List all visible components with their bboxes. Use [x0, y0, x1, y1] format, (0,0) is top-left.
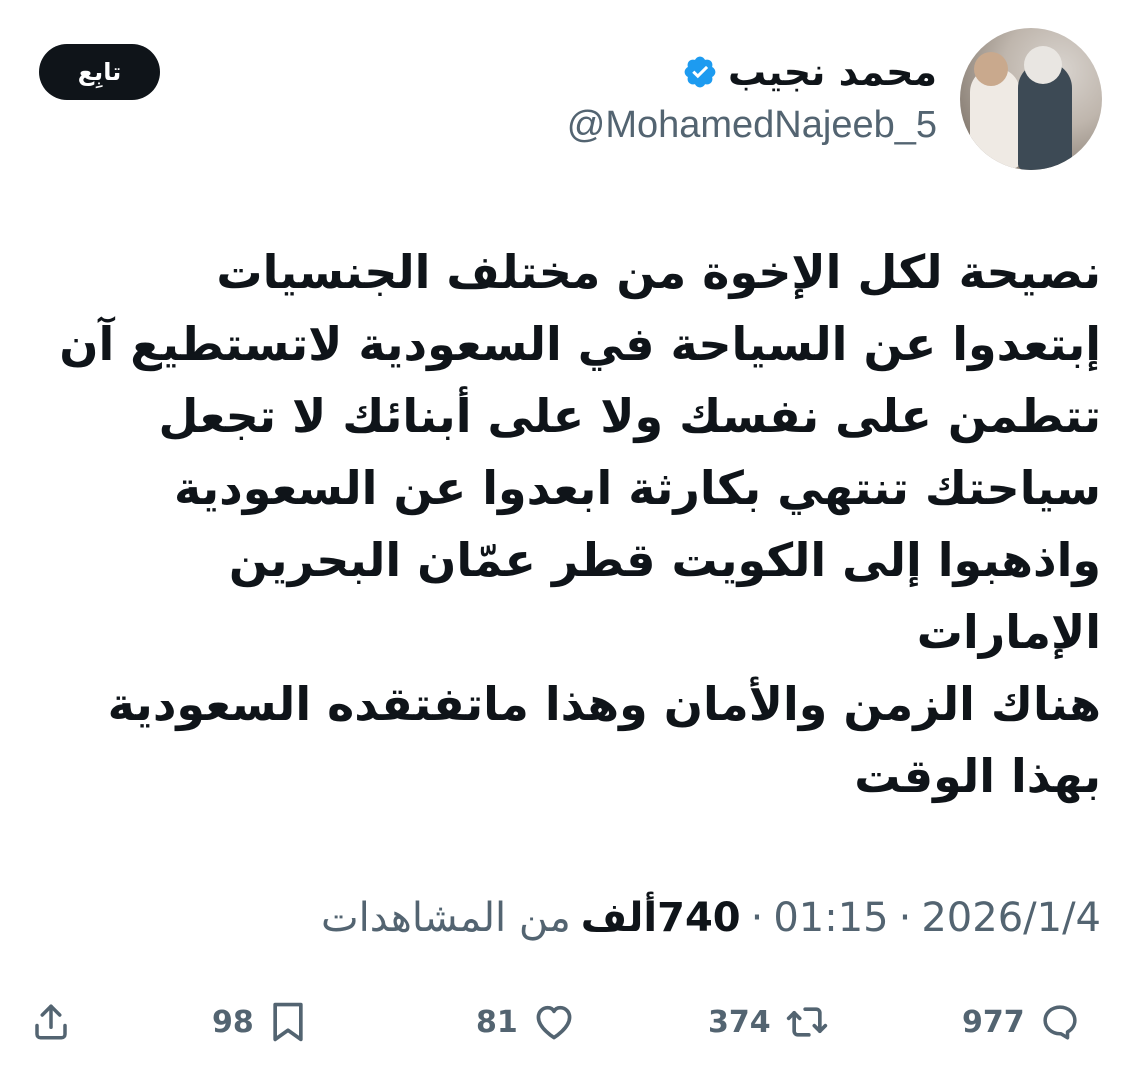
follow-button[interactable]: تابِع [39, 44, 160, 100]
repost-count: 374 [708, 1004, 771, 1040]
views-unit: ألف [580, 895, 658, 941]
avatar-head-left [974, 52, 1008, 86]
like-button[interactable]: 81 [476, 990, 576, 1054]
author-name-row[interactable]: محمد نجيب [682, 46, 937, 98]
share-icon [30, 1000, 72, 1044]
verified-badge-icon [682, 54, 718, 90]
like-icon [532, 1000, 576, 1044]
bookmark-count: 98 [212, 1004, 254, 1040]
avatar[interactable] [960, 28, 1102, 170]
reply-icon [1039, 1001, 1081, 1043]
tweet-line: إبتعدوا عن السياحة في السعودية لاتستطيع … [59, 317, 1101, 371]
reply-button[interactable]: 977 [962, 990, 1081, 1054]
author-handle[interactable]: @MohamedNajeeb_5 [567, 104, 937, 147]
tweet-line: بهذا الوقت [854, 749, 1101, 803]
like-count: 81 [476, 1004, 518, 1040]
views-label: من المشاهدات [321, 895, 571, 941]
bookmark-icon [268, 1000, 308, 1044]
action-bar: 977 374 81 98 [0, 990, 1125, 1054]
repost-button[interactable]: 374 [708, 990, 829, 1054]
tweet-text: نصيحة لكل الإخوة من مختلف الجنسيات إبتعد… [41, 236, 1101, 812]
views-count: 740 [657, 895, 741, 941]
tweet-date[interactable]: 2026/1/4 [921, 895, 1101, 941]
tweet-meta: 2026/1/4 · 01:15 · 740 ألف من المشاهدات [321, 888, 1101, 948]
share-button[interactable] [30, 990, 72, 1054]
bookmark-button[interactable]: 98 [212, 990, 308, 1054]
meta-separator: · [898, 895, 912, 941]
tweet-line: تتطمن على نفسك ولا على أبنائك لا تجعل [158, 389, 1101, 443]
meta-separator: · [750, 895, 764, 941]
tweet-line: نصيحة لكل الإخوة من مختلف الجنسيات [216, 245, 1101, 299]
tweet-line: سياحتك تنتهي بكارثة ابعدوا عن السعودية [174, 461, 1101, 515]
author-name[interactable]: محمد نجيب [728, 50, 937, 94]
reply-count: 977 [962, 1004, 1025, 1040]
tweet-line: هناك الزمن والأمان وهذا ماتفتقده السعودي… [107, 677, 1101, 731]
tweet-time[interactable]: 01:15 [773, 895, 888, 941]
tweet-line: الإمارات [916, 605, 1101, 659]
repost-icon [785, 1000, 829, 1044]
tweet-line: واذهبوا إلى الكويت قطر عمّان البحرين [228, 533, 1101, 587]
avatar-head-right [1024, 46, 1062, 84]
